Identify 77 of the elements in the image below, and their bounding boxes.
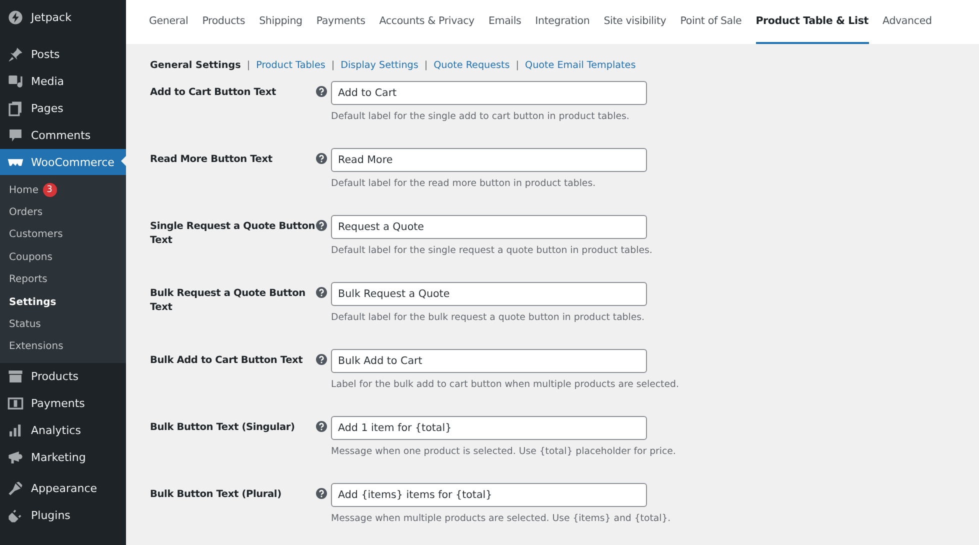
text-input-field[interactable]: Add to Cart <box>331 81 647 105</box>
sidebar-menu-item[interactable]: Payments <box>0 390 126 418</box>
settings-tab[interactable]: Integration <box>535 0 590 44</box>
settings-tab[interactable]: General <box>149 0 188 44</box>
help-icon[interactable] <box>316 421 327 432</box>
text-input-field[interactable]: Bulk Request a Quote <box>331 282 647 306</box>
setting-label: Bulk Add to Cart Button Text <box>150 354 304 368</box>
submenu-item[interactable]: Reports <box>9 274 48 286</box>
text-input-field[interactable]: Add {items} items for {total} <box>331 483 647 507</box>
sidebar-menu-item[interactable]: Marketing <box>0 444 126 472</box>
sidebar-menu-item[interactable]: Comments <box>0 122 126 149</box>
submenu-item[interactable]: Status <box>9 319 41 330</box>
link-separator: | <box>424 60 428 71</box>
notification-badge: 3 <box>42 183 57 198</box>
archive-box-icon <box>7 368 24 386</box>
setting-label: Single Request a Quote Button Text <box>150 220 316 248</box>
submenu-item[interactable]: Extensions <box>9 341 64 352</box>
sidebar-menu-item[interactable]: Appearance <box>0 475 126 502</box>
submenu-item[interactable]: Coupons <box>9 252 52 263</box>
section-link[interactable]: Display Settings <box>340 60 418 71</box>
settings-tab[interactable]: Product Table & List <box>756 0 869 44</box>
lightning-icon <box>7 9 24 26</box>
setting-description: Default label for the single request a quote button in product tables. <box>331 245 652 256</box>
settings-tab[interactable]: Payments <box>316 0 366 44</box>
text-input-field[interactable]: Bulk Add to Cart <box>331 349 647 373</box>
submenu-item[interactable]: Home <box>9 184 39 196</box>
help-icon[interactable] <box>316 488 327 499</box>
pages-icon <box>7 100 24 117</box>
setting-description: Message when one product is selected. Use {total} placeholder for price. <box>331 446 676 457</box>
sidebar-menu-item[interactable]: WooCommerce <box>0 149 126 175</box>
sidebar-menu-item[interactable]: Posts <box>0 41 126 68</box>
section-link[interactable]: Quote Email Templates <box>525 60 636 71</box>
settings-tab[interactable]: Shipping <box>259 0 302 44</box>
help-icon[interactable] <box>316 354 327 365</box>
setting-label: Add to Cart Button Text <box>150 86 277 100</box>
text-input-field[interactable]: Add 1 item for {total} <box>331 416 647 440</box>
settings-tab[interactable]: Site visibility <box>604 0 666 44</box>
submenu-item[interactable]: Orders <box>9 207 43 218</box>
sidebar-menu-item[interactable]: Analytics <box>0 417 126 444</box>
text-input-field[interactable]: Request a Quote <box>331 215 647 239</box>
pushpin-icon <box>7 46 24 63</box>
setting-label: Bulk Request a Quote Button Text <box>150 287 306 315</box>
media-icon <box>7 73 24 90</box>
sidebar-menu-item[interactable]: Jetpack <box>0 4 126 31</box>
link-separator: | <box>516 60 520 71</box>
help-icon[interactable] <box>316 287 327 298</box>
setting-description: Message when multiple products are selected. Use {items} and {total}. <box>331 513 671 524</box>
setting-label: Bulk Button Text (Plural) <box>150 488 282 502</box>
setting-description: Default label for the bulk request a quote button in product tables. <box>331 312 646 323</box>
megaphone-icon <box>7 449 24 466</box>
setting-label: Read More Button Text <box>150 153 274 167</box>
link-separator: | <box>246 60 250 71</box>
sidebar-menu-item[interactable]: Media <box>0 68 126 95</box>
speech-bubble-icon <box>7 127 24 144</box>
help-icon[interactable] <box>316 86 327 97</box>
settings-tab[interactable]: Products <box>202 0 246 44</box>
settings-tab[interactable]: Emails <box>488 0 522 44</box>
section-link[interactable]: General Settings <box>150 60 241 71</box>
setting-description: Default label for the single add to cart button in product tables. <box>331 111 630 122</box>
setting-description: Default label for the read more button in product tables. <box>331 178 597 189</box>
settings-tab[interactable]: Advanced <box>882 0 932 44</box>
section-link[interactable]: Quote Requests <box>434 60 510 71</box>
sidebar-menu-item[interactable]: Plugins <box>0 502 126 530</box>
settings-tab[interactable]: Accounts & Privacy <box>379 0 474 44</box>
setting-description: Label for the bulk add to cart button when multiple products are selected. <box>331 379 679 390</box>
settings-tab[interactable]: Point of Sale <box>680 0 742 44</box>
section-link[interactable]: Product Tables <box>256 60 326 71</box>
sidebar-menu-item[interactable]: Pages <box>0 95 126 122</box>
submenu-item[interactable]: Settings <box>9 296 56 308</box>
submenu-item[interactable]: Customers <box>9 229 63 240</box>
text-input-field[interactable]: Read More <box>331 148 647 172</box>
help-icon[interactable] <box>316 220 327 231</box>
setting-label: Bulk Button Text (Singular) <box>150 421 296 435</box>
sidebar-menu-item[interactable]: Products <box>0 363 126 390</box>
link-separator: | <box>331 60 335 71</box>
help-icon[interactable] <box>316 153 327 164</box>
dollar-card-icon <box>7 395 24 412</box>
